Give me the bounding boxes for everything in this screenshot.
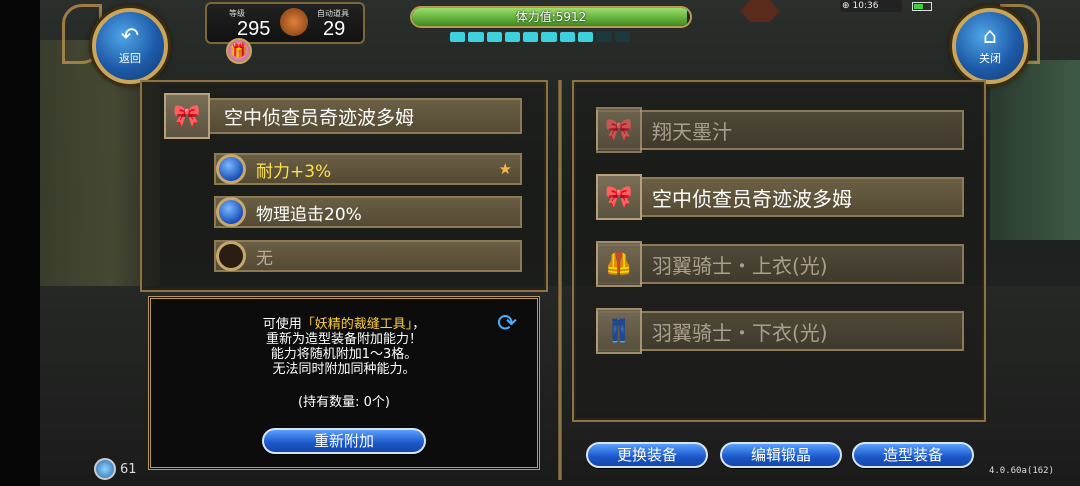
model-equipment-button[interactable]: 造型装备 (852, 442, 974, 468)
stamina-bar: 体力值:5912 (410, 6, 692, 28)
bottom-status: 61 (94, 458, 137, 480)
battery-icon (912, 2, 932, 11)
change-equipment-button[interactable]: 更换装备 (586, 442, 708, 468)
armor-top-icon: 🦺 (596, 241, 642, 287)
item-count: (持有数量: 0个) (298, 395, 390, 410)
stamina-text: 体力值:5912 (515, 10, 587, 24)
stat-slot-3[interactable]: 无 (214, 240, 522, 272)
star-icon: ★ (498, 160, 512, 178)
clock: ⊕ 10:36 (840, 0, 902, 12)
sub-gauge (450, 32, 630, 42)
selected-item-name: 空中侦查员奇迹波多姆 (164, 98, 522, 134)
skill-orb-icon (94, 458, 116, 480)
bow-item-icon-front: 🎀 (164, 93, 210, 139)
equipment-item-1[interactable]: 翔天墨汁 (596, 110, 964, 150)
gift-icon[interactable]: 🎁 (226, 38, 252, 64)
stat-slot-1[interactable]: 耐力+3% ★ (214, 153, 522, 185)
equipment-item-2[interactable]: 空中侦查员奇迹波多姆 (596, 177, 964, 217)
blue-orb-icon (216, 154, 246, 184)
blue-orb-icon (216, 197, 246, 227)
version-text: 4.0.60a(162) (988, 466, 1054, 476)
food-icon[interactable] (280, 8, 308, 36)
panel-divider (558, 80, 562, 480)
ink-item-icon: 🎀 (596, 107, 642, 153)
home-icon: ⌂ (983, 24, 997, 49)
empty-orb-icon (216, 241, 246, 271)
bow-item-icon: 🎀 (596, 174, 642, 220)
back-arrow-icon: ↶ (120, 24, 140, 49)
stat-slot-2[interactable]: 物理追击20% (214, 196, 522, 228)
equipment-item-3[interactable]: 羽翼骑士・上衣(光) (596, 244, 964, 284)
clock-icon: ⊕ (842, 1, 850, 11)
close-button[interactable]: ⌂ 关闭 (952, 8, 1028, 84)
info-description: 可使用「妖精的裁缝工具」， 重新为造型装备附加能力！ 能力将随机附加1～3格。 … (262, 317, 426, 377)
reattach-button[interactable]: 重新附加 (262, 428, 426, 454)
auto-food-count: 29 (323, 18, 346, 40)
left-edge-strip (0, 0, 40, 486)
refresh-icon[interactable]: ⟳ (497, 311, 521, 335)
back-button[interactable]: ↶ 返回 (92, 8, 168, 84)
equipment-item-4[interactable]: 羽翼骑士・下衣(光) (596, 311, 964, 351)
edit-forge-crystal-button[interactable]: 编辑锻晶 (720, 442, 842, 468)
armor-bottom-icon: 👖 (596, 308, 642, 354)
